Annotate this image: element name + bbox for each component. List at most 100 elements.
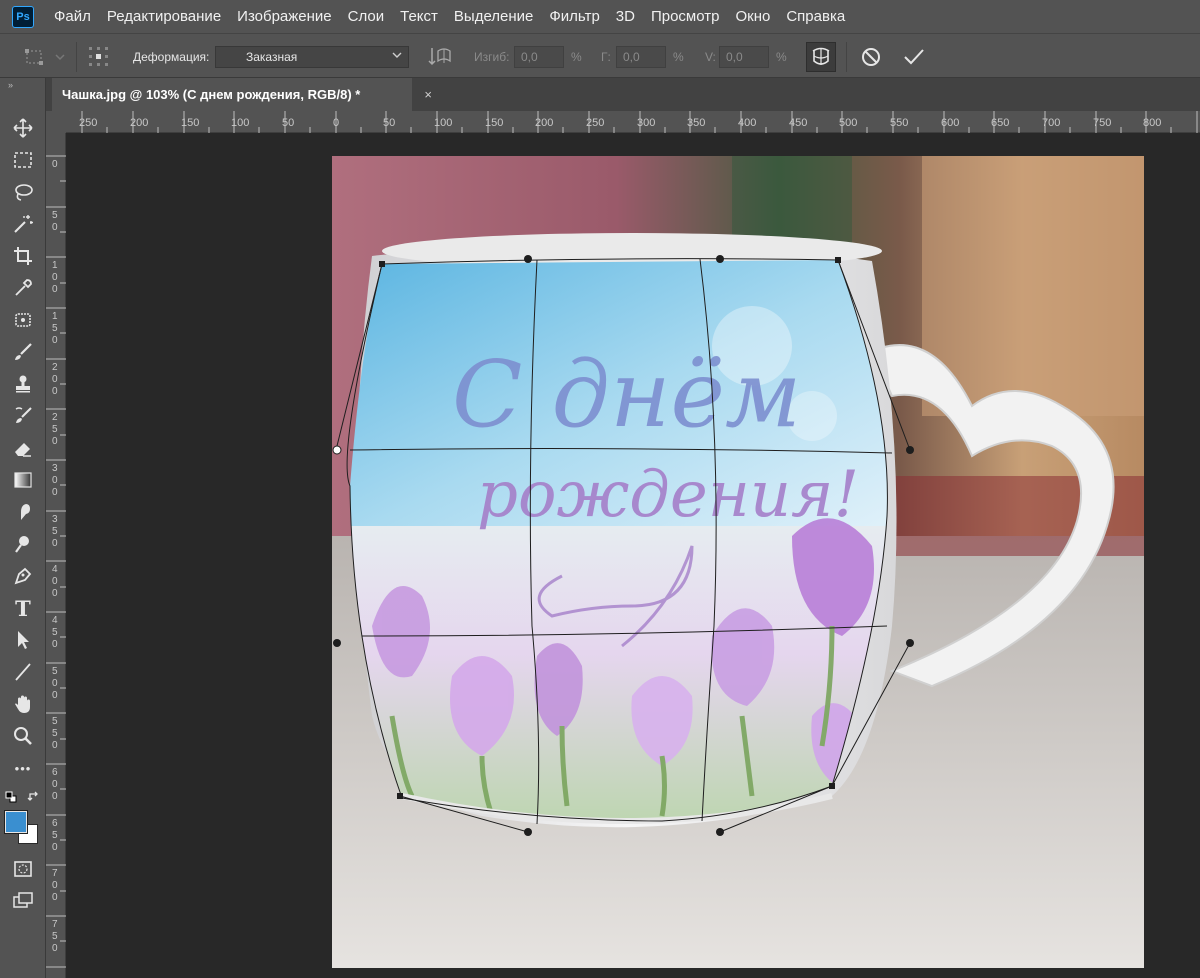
menu-layers[interactable]: Слои (340, 0, 392, 33)
ruler-label: 100 (434, 117, 453, 129)
default-colors-icon[interactable] (4, 790, 18, 804)
deform-select[interactable]: Заказная (215, 46, 409, 68)
ruler-label: 100 (231, 117, 250, 129)
chevron-down-icon (392, 52, 402, 58)
menu-window[interactable]: Окно (727, 0, 778, 33)
document-canvas[interactable]: С днём рождения! (332, 156, 1144, 968)
smudge-icon[interactable] (8, 498, 38, 526)
warp-mode-toggle-icon[interactable] (806, 42, 836, 72)
ruler-label: 5 0 0 (52, 666, 58, 701)
menu-type[interactable]: Текст (392, 0, 446, 33)
deform-select-value: Заказная (246, 50, 298, 64)
menu-help[interactable]: Справка (778, 0, 853, 33)
h-label: Г: (601, 49, 611, 64)
ruler-label: 750 (1093, 117, 1112, 129)
menu-3d[interactable]: 3D (608, 0, 643, 33)
ruler-label: 1 5 0 (52, 311, 58, 346)
bend-unit: % (571, 49, 582, 64)
menu-view[interactable]: Просмотр (643, 0, 728, 33)
tools-panel: » T ••• (0, 78, 46, 978)
menu-select[interactable]: Выделение (446, 0, 541, 33)
ruler-label: 4 5 0 (52, 615, 58, 650)
document-tab-bar: Чашка.jpg @ 103% (С днем рождения, RGB/8… (46, 78, 1200, 111)
screen-mode-icon[interactable] (8, 886, 38, 914)
magic-wand-icon[interactable] (8, 210, 38, 238)
ruler-label: 250 (586, 117, 605, 129)
more-glyph: ••• (14, 760, 32, 776)
menu-filter[interactable]: Фильтр (541, 0, 607, 33)
ruler-label: 350 (687, 117, 706, 129)
ruler-label: 0 (52, 159, 58, 170)
ruler-label: 700 (1042, 117, 1061, 129)
marquee-icon[interactable] (8, 146, 38, 174)
photo-composite: С днём рождения! (332, 156, 1144, 968)
swap-colors-icon[interactable] (26, 789, 40, 803)
horizontal-ruler[interactable]: 250 200 150 100 50 0 50 100 150 200 250 … (66, 111, 1200, 133)
ruler-label: 6 5 0 (52, 818, 58, 853)
history-brush-icon[interactable] (8, 402, 38, 430)
commit-transform-icon[interactable] (899, 44, 929, 70)
bend-field[interactable]: 0,0 (514, 46, 564, 68)
zoom-icon[interactable] (8, 722, 38, 750)
menu-file[interactable]: Файл (46, 0, 99, 33)
ruler-origin[interactable] (46, 111, 66, 133)
lasso-icon[interactable] (8, 178, 38, 206)
more-icon[interactable]: ••• (8, 754, 38, 782)
close-icon[interactable]: × (424, 78, 432, 111)
type-icon[interactable]: T (8, 594, 38, 622)
gradient-icon[interactable] (8, 466, 38, 494)
document-tab[interactable]: Чашка.jpg @ 103% (С днем рождения, RGB/8… (52, 78, 432, 111)
eyedropper-icon[interactable] (8, 274, 38, 302)
move-icon[interactable] (8, 114, 38, 142)
stamp-icon[interactable] (8, 370, 38, 398)
document-tab-title: Чашка.jpg @ 103% (С днем рождения, RGB/8… (62, 87, 361, 102)
cancel-transform-icon[interactable] (857, 44, 885, 70)
panel-collapse-icon[interactable]: » (8, 80, 13, 90)
ruler-label: 3 0 0 (52, 463, 58, 498)
hand-icon[interactable] (8, 690, 38, 718)
bend-label: Изгиб: (474, 49, 510, 64)
menu-image[interactable]: Изображение (229, 0, 340, 33)
pen-icon[interactable] (8, 562, 38, 590)
brush-icon[interactable] (8, 338, 38, 366)
ruler-label: 4 0 0 (52, 564, 58, 599)
line-icon[interactable] (8, 658, 38, 686)
ruler-label: 7 0 0 (52, 868, 58, 903)
ruler-label: 5 0 (52, 210, 58, 233)
type-glyph: T (15, 595, 31, 621)
quick-mask-icon[interactable] (8, 855, 38, 883)
ruler-label: 1 0 0 (52, 260, 58, 295)
path-select-icon[interactable] (8, 626, 38, 654)
artwork-lettering-line2: рождения! (477, 458, 859, 532)
ruler-label: 3 5 0 (52, 514, 58, 549)
healing-icon[interactable] (8, 306, 38, 334)
h-distort-field[interactable]: 0,0 (616, 46, 666, 68)
h-unit: % (673, 49, 684, 64)
ruler-label: 450 (789, 117, 808, 129)
app-logo[interactable]: Ps (12, 5, 34, 28)
ruler-label: 50 (282, 117, 295, 129)
ruler-label: 600 (941, 117, 960, 129)
warp-orientation-icon[interactable] (424, 44, 454, 70)
reference-point-icon[interactable] (86, 44, 112, 70)
ruler-label: 7 5 0 (52, 919, 58, 954)
ruler-label: 800 (1143, 117, 1162, 129)
menu-bar: Ps Файл Редактирование Изображение Слои … (0, 0, 1200, 33)
eraser-icon[interactable] (8, 434, 38, 462)
transform-tool-preset-icon[interactable] (22, 44, 68, 70)
ruler-label: 650 (991, 117, 1010, 129)
vertical-ruler[interactable]: 0 5 0 1 0 0 1 5 0 2 0 0 2 5 0 3 0 0 3 5 … (46, 133, 66, 978)
crop-icon[interactable] (8, 242, 38, 270)
ruler-label: 400 (738, 117, 757, 129)
ruler-label: 550 (890, 117, 909, 129)
menu-edit[interactable]: Редактирование (99, 0, 229, 33)
dodge-icon[interactable] (8, 530, 38, 558)
foreground-color-swatch[interactable] (4, 810, 28, 834)
ruler-label: 200 (130, 117, 149, 129)
ruler-label: 5 5 0 (52, 716, 58, 751)
options-bar: Деформация: Заказная Изгиб: 0,0 % Г: 0,0… (0, 33, 1200, 78)
ruler-label: 250 (79, 117, 98, 129)
ruler-label: 2 5 0 (52, 412, 58, 447)
photoshop-window: Ps Файл Редактирование Изображение Слои … (0, 0, 1200, 978)
v-distort-field[interactable]: 0,0 (719, 46, 769, 68)
